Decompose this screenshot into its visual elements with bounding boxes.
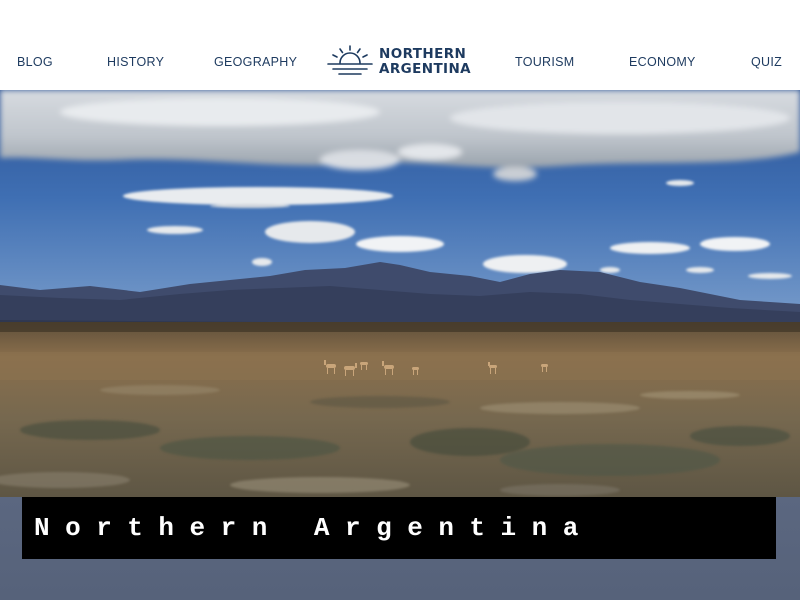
logo-wordmark: NORTHERN ARGENTINA: [379, 47, 471, 77]
nav-economy[interactable]: ECONOMY: [629, 55, 696, 69]
nav-quiz[interactable]: QUIZ: [751, 55, 782, 69]
site-header: BLOG HISTORY GEOGRAPHY NORTHERN ARGENTIN…: [0, 0, 800, 90]
title-box: Northern Argentina: [22, 497, 776, 559]
sunrise-icon: [327, 45, 373, 75]
hero-title: Northern Argentina: [34, 513, 594, 543]
hero-banner: Northern Argentina: [0, 497, 800, 600]
site-logo[interactable]: NORTHERN ARGENTINA: [327, 44, 477, 78]
nav-geography[interactable]: GEOGRAPHY: [214, 55, 297, 69]
logo-line-1: NORTHERN: [379, 46, 467, 62]
nav-history[interactable]: HISTORY: [107, 55, 164, 69]
landscape-illustration: [0, 90, 800, 497]
nav-blog[interactable]: BLOG: [17, 55, 53, 69]
logo-line-2: ARGENTINA: [379, 61, 472, 77]
hero-image: [0, 90, 800, 497]
nav-tourism[interactable]: TOURISM: [515, 55, 575, 69]
